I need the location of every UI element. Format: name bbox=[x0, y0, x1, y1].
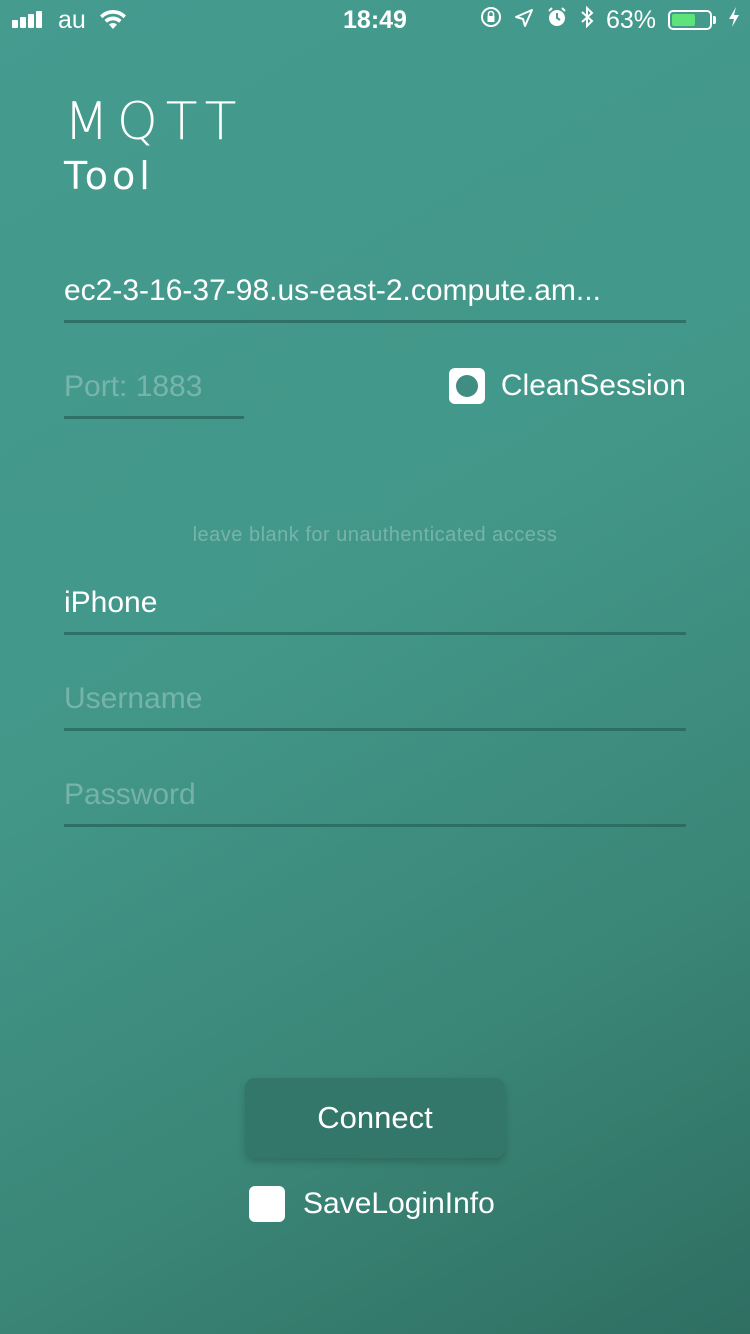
app-logo: MQTT Tool bbox=[64, 96, 244, 196]
battery-percent: 63% bbox=[605, 5, 656, 34]
clean-session-checkbox[interactable] bbox=[448, 368, 485, 404]
username-field bbox=[64, 670, 686, 731]
location-icon bbox=[514, 6, 534, 35]
charging-icon bbox=[728, 6, 740, 35]
save-login-checkbox[interactable] bbox=[249, 1186, 285, 1222]
port-input[interactable] bbox=[64, 358, 244, 416]
bluetooth-icon bbox=[580, 5, 594, 36]
username-input[interactable] bbox=[64, 670, 686, 728]
connect-button[interactable]: Connect bbox=[245, 1078, 505, 1158]
screen: au 18:49 63% MQTT Tool ec2-3-16-37-98.us… bbox=[0, 0, 750, 1334]
alarm-icon bbox=[546, 6, 568, 35]
host-input[interactable] bbox=[64, 262, 686, 320]
logo-subtitle: Tool bbox=[64, 154, 154, 198]
port-field bbox=[64, 358, 244, 419]
save-login-toggle[interactable]: SaveLoginInfo bbox=[249, 1186, 495, 1222]
clean-session-label: CleanSession bbox=[500, 369, 686, 402]
host-field bbox=[64, 262, 686, 323]
clean-session-toggle[interactable]: CleanSession bbox=[448, 368, 686, 404]
password-input[interactable] bbox=[64, 766, 686, 824]
client-id-field bbox=[64, 574, 686, 635]
logo-title: MQTT bbox=[64, 92, 245, 152]
save-login-label: SaveLoginInfo bbox=[303, 1187, 495, 1220]
password-field bbox=[64, 766, 686, 827]
orientation-lock-icon bbox=[480, 6, 502, 35]
status-bar: au 18:49 63% bbox=[0, 0, 750, 40]
status-right-group: 63% bbox=[480, 0, 740, 40]
checked-indicator-icon bbox=[455, 375, 478, 397]
client-id-input[interactable] bbox=[64, 574, 686, 632]
battery-icon bbox=[668, 10, 716, 30]
auth-hint: leave blank for unauthenticated access bbox=[192, 524, 558, 546]
